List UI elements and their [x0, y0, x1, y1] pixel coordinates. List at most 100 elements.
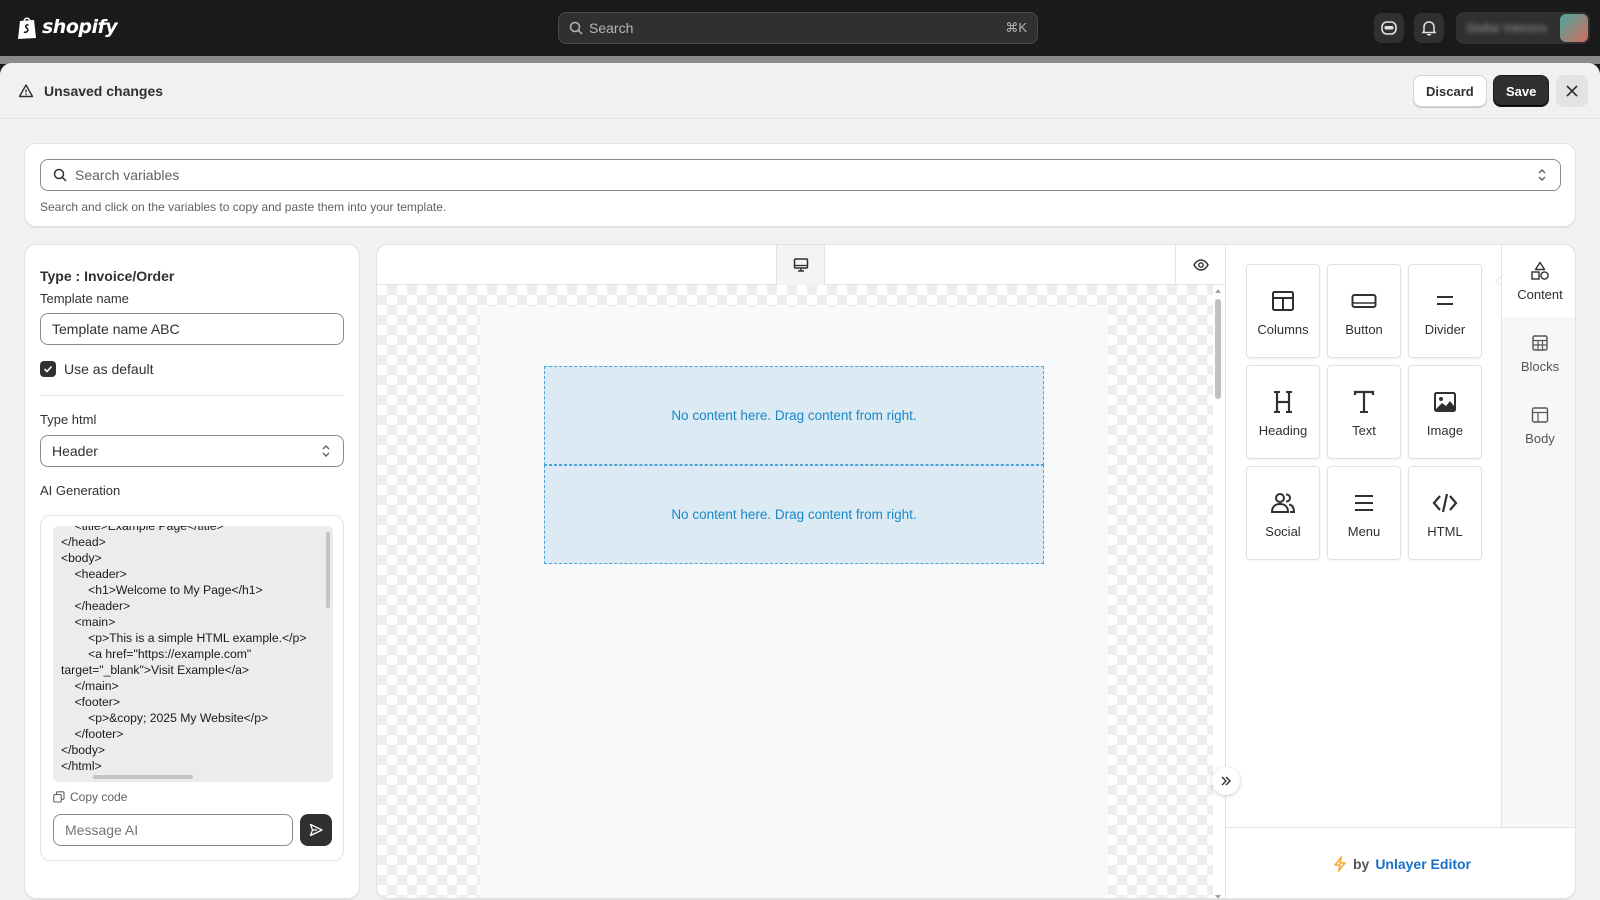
- tool-columns[interactable]: Columns: [1246, 264, 1320, 358]
- columns-icon: [1272, 291, 1294, 311]
- send-message-button[interactable]: [300, 814, 332, 846]
- image-icon: [1434, 392, 1456, 412]
- menu-icon: [1355, 495, 1373, 511]
- tool-label: Divider: [1424, 322, 1466, 337]
- text-icon: [1353, 390, 1375, 413]
- store-menu-button[interactable]: Stellar Interiors: [1456, 12, 1590, 44]
- close-button[interactable]: [1556, 75, 1588, 107]
- tab-body[interactable]: Body: [1502, 389, 1575, 461]
- store-name: Stellar Interiors: [1466, 21, 1547, 35]
- discard-button[interactable]: Discard: [1413, 75, 1487, 107]
- tool-label: Image: [1426, 423, 1464, 438]
- scrollbar-thumb[interactable]: [1215, 299, 1221, 399]
- search-placeholder: Search: [589, 20, 634, 36]
- brand-name: shopify: [42, 16, 118, 38]
- variables-search-input[interactable]: Search variables: [40, 159, 1561, 191]
- top-bar: shopify Search ⌘K Stellar Interiors: [0, 0, 1600, 56]
- type-html-select[interactable]: Header: [40, 435, 344, 467]
- powered-by-text: by: [1352, 856, 1370, 872]
- variables-card: Search variables Search and click on the…: [24, 143, 1576, 227]
- warning-icon: [18, 84, 34, 98]
- sidekick-button[interactable]: [1374, 13, 1404, 43]
- shapes-icon: [1531, 261, 1549, 280]
- tab-content[interactable]: Content: [1502, 245, 1575, 317]
- search-icon: [53, 168, 67, 182]
- tool-label: Heading: [1258, 423, 1308, 438]
- tab-label: Content: [1517, 286, 1563, 302]
- preview-button[interactable]: [1175, 245, 1225, 285]
- variables-search-placeholder: Search variables: [75, 167, 180, 183]
- scroll-down-arrow[interactable]: [1215, 895, 1221, 898]
- tool-label: Menu: [1347, 524, 1381, 539]
- select-arrows-icon: [1538, 169, 1546, 181]
- use-default-checkbox[interactable]: [40, 361, 56, 377]
- template-name-label: Template name: [40, 291, 129, 306]
- tab-label: Body: [1525, 430, 1555, 446]
- generated-code: <title>Example Page</title> </head> <bod…: [61, 526, 307, 773]
- divider: [40, 395, 344, 396]
- tool-label: HTML: [1427, 524, 1463, 539]
- template-name-input[interactable]: Template name ABC: [40, 313, 344, 345]
- search-icon: [569, 21, 583, 35]
- code-vertical-scrollbar[interactable]: [326, 532, 330, 608]
- tab-label: Blocks: [1520, 358, 1560, 374]
- button-icon: [1351, 294, 1377, 308]
- save-button[interactable]: Save: [1493, 75, 1550, 107]
- desktop-preview-button[interactable]: [776, 245, 825, 285]
- search-shortcut: ⌘K: [1005, 20, 1027, 35]
- scroll-up-arrow[interactable]: [1215, 289, 1221, 293]
- empty-row-dropzone[interactable]: No content here. Drag content from right…: [544, 366, 1044, 465]
- canvas-toolbar: [377, 245, 1225, 285]
- code-horizontal-scrollbar[interactable]: [93, 775, 193, 779]
- notifications-button[interactable]: [1414, 13, 1444, 43]
- tool-image[interactable]: Image: [1408, 365, 1482, 459]
- blocks-icon: [1532, 334, 1548, 351]
- collapse-panel-button[interactable]: [1212, 767, 1240, 795]
- email-editor-card: No content here. Drag content from right…: [376, 244, 1576, 899]
- global-search-input[interactable]: Search ⌘K: [558, 12, 1038, 44]
- copy-icon: [53, 791, 65, 803]
- email-body-area[interactable]: No content here. Drag content from right…: [480, 307, 1108, 898]
- tool-social[interactable]: Social: [1246, 466, 1320, 560]
- body-layout-icon: [1531, 406, 1549, 423]
- eye-icon: [1192, 259, 1209, 271]
- sidekick-icon: [1381, 21, 1397, 35]
- type-html-value: Header: [52, 443, 98, 459]
- shopify-logo[interactable]: shopify: [16, 14, 118, 40]
- tool-button[interactable]: Button: [1327, 264, 1401, 358]
- shopify-bag-icon: [18, 17, 36, 39]
- avatar: [1560, 14, 1588, 42]
- use-default-checkbox-row[interactable]: Use as default: [40, 361, 154, 377]
- unlayer-editor-link[interactable]: Unlayer Editor: [1375, 856, 1471, 872]
- tool-text[interactable]: Text: [1327, 365, 1401, 459]
- desktop-icon: [793, 258, 808, 272]
- tool-divider[interactable]: Divider: [1408, 264, 1482, 358]
- social-icon: [1270, 493, 1296, 513]
- template-settings-card: Type : Invoice/Order Template name Templ…: [24, 244, 360, 899]
- content-tools-panel: Columns Button Divider Heading Text Imag…: [1225, 245, 1575, 898]
- tool-label: Social: [1265, 524, 1301, 539]
- empty-row-dropzone[interactable]: No content here. Drag content from right…: [544, 465, 1044, 564]
- bolt-icon: [1334, 856, 1346, 872]
- heading-icon: [1274, 391, 1292, 413]
- tool-label: Columns: [1257, 322, 1309, 337]
- editor-side-tabs: Content Blocks Body: [1501, 245, 1575, 827]
- main-panel: Unsaved changes Discard Save Search vari…: [0, 63, 1600, 900]
- unsaved-changes-bar: Unsaved changes Discard Save: [0, 63, 1600, 119]
- type-html-label: Type html: [40, 412, 97, 427]
- tool-heading[interactable]: Heading: [1246, 365, 1320, 459]
- html-icon: [1432, 493, 1458, 513]
- tool-html[interactable]: HTML: [1408, 466, 1482, 560]
- copy-code-label: Copy code: [70, 790, 128, 804]
- canvas-scrollbar[interactable]: [1215, 289, 1221, 898]
- tool-menu[interactable]: Menu: [1327, 466, 1401, 560]
- editor-canvas: No content here. Drag content from right…: [377, 285, 1213, 898]
- generated-code-area[interactable]: <title>Example Page</title> </head> <bod…: [53, 526, 333, 782]
- copy-code-button[interactable]: Copy code: [53, 790, 127, 804]
- tool-label: Button: [1345, 322, 1383, 337]
- checkmark-icon: [43, 365, 53, 373]
- select-arrows-icon: [322, 445, 330, 457]
- message-ai-input[interactable]: [53, 814, 293, 846]
- use-default-label: Use as default: [64, 361, 154, 377]
- tab-blocks[interactable]: Blocks: [1502, 317, 1575, 389]
